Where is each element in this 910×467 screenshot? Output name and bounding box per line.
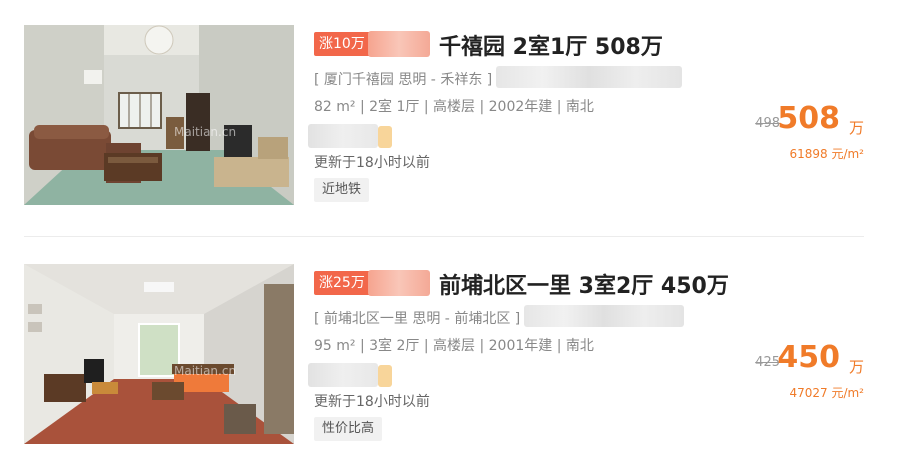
unit-price: 47027 元/m² [789, 386, 864, 400]
old-price: 498 [755, 116, 780, 131]
price-unit: 万 [848, 358, 864, 376]
updated-time: 更新于18小时以前 [314, 394, 430, 410]
price-unit: 万 [848, 119, 864, 137]
total-price: 508 [777, 101, 840, 136]
feature-badge: 近地铁 [314, 178, 370, 202]
old-price: 425 [755, 355, 780, 370]
blurred-text [524, 305, 684, 327]
unit-price: 61898 元/m² [789, 147, 864, 161]
listing-card[interactable]: Maitian.cn 涨25万 前埔北区一里 3室2厅 450万 [ 前埔北区一… [24, 264, 864, 444]
listing-info: 95 m² | 3室 2厅 | 高楼层 | 2001年建 | 南北 [314, 338, 594, 354]
listing-address[interactable]: [ 厦门千禧园 思明 - 禾祥东 ] [314, 69, 492, 89]
blurred-agent-info [308, 124, 403, 148]
listing-photo[interactable]: Maitian.cn [24, 25, 294, 205]
listing-title[interactable]: 前埔北区一里 3室2厅 450万 [439, 268, 729, 300]
listing-photo[interactable]: Maitian.cn [24, 264, 294, 444]
photo-watermark: Maitian.cn [174, 125, 237, 139]
blurred-tag [368, 31, 430, 57]
updated-time: 更新于18小时以前 [314, 155, 430, 171]
listing-title[interactable]: 千禧园 2室1厅 508万 [439, 29, 663, 61]
blurred-agent-info [308, 363, 403, 387]
divider [24, 236, 864, 237]
blurred-tag [368, 270, 430, 296]
living-room-photo [24, 25, 294, 205]
feature-badge: 性价比高 [314, 417, 383, 441]
photo-watermark: Maitian.cn [174, 364, 237, 378]
total-price: 450 [777, 340, 840, 375]
listing-info: 82 m² | 2室 1厅 | 高楼层 | 2002年建 | 南北 [314, 99, 594, 115]
living-room-photo [24, 264, 294, 444]
blurred-text [496, 66, 682, 88]
listing-card[interactable]: Maitian.cn 涨10万 千禧园 2室1厅 508万 [ 厦门千禧园 思明… [24, 25, 864, 205]
listing-address[interactable]: [ 前埔北区一里 思明 - 前埔北区 ] [314, 308, 520, 328]
